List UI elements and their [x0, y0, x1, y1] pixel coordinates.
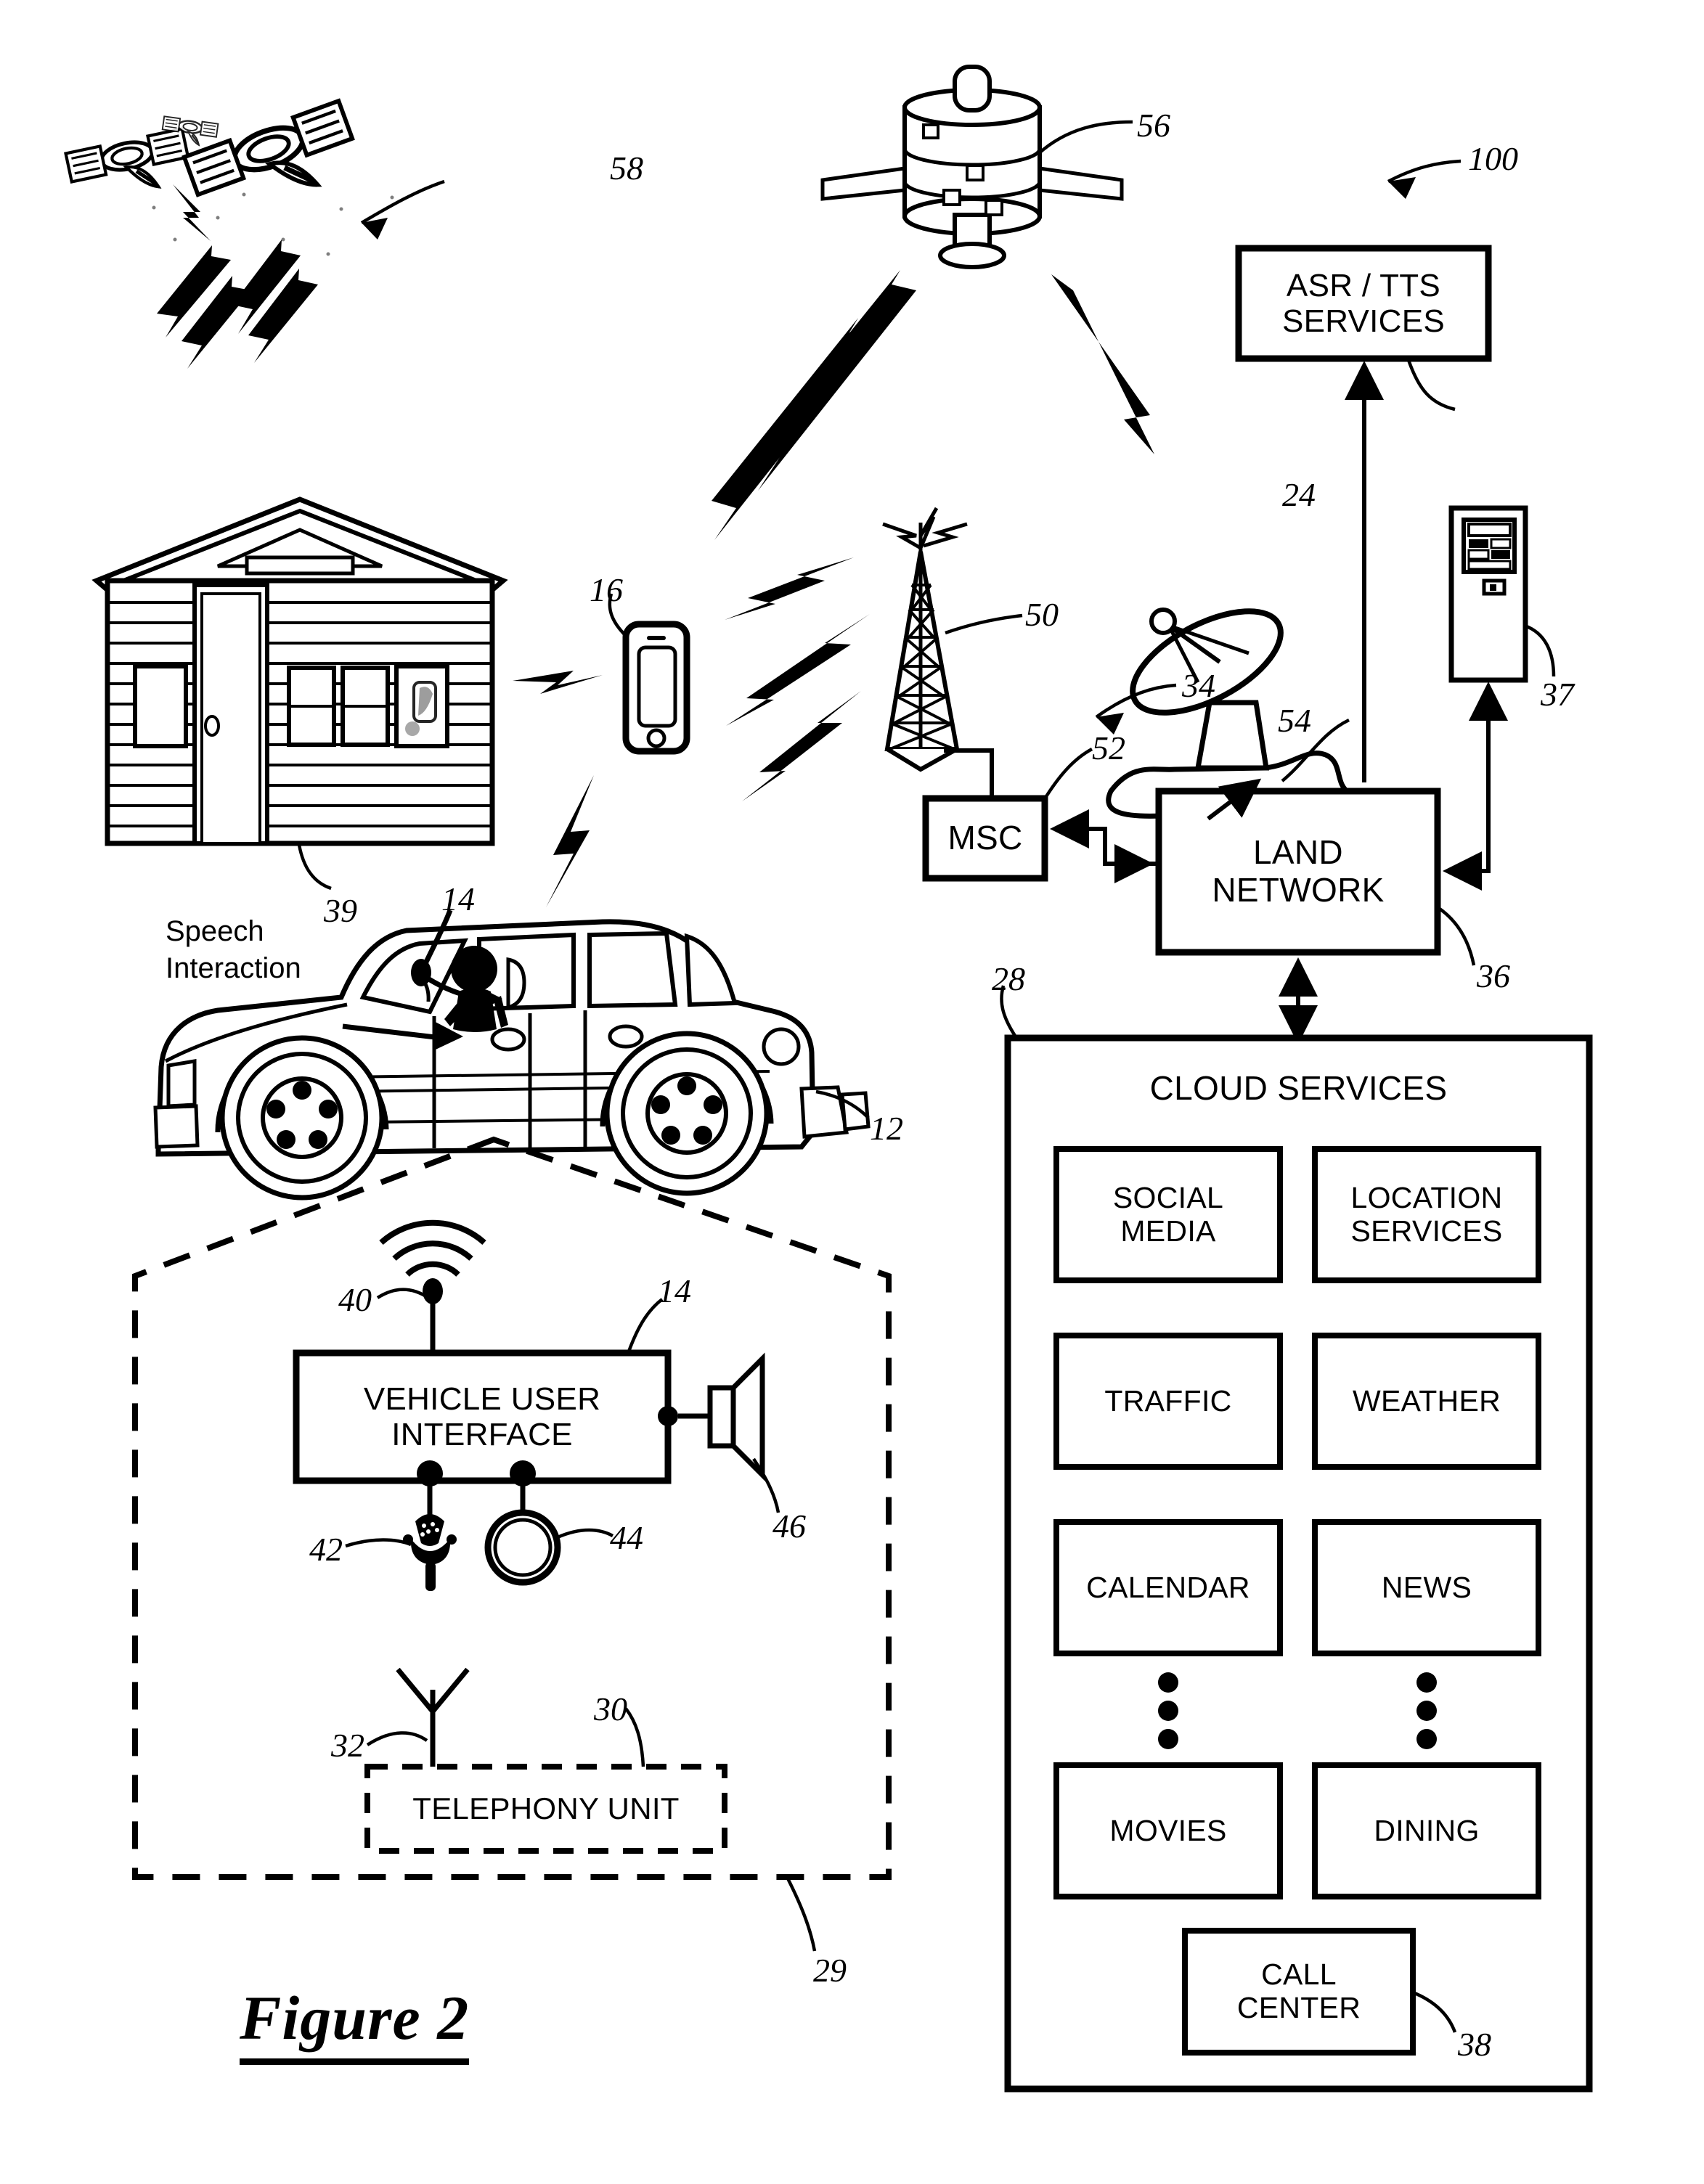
- ref-30-leader: [624, 1707, 645, 1767]
- ref-29-leader: [786, 1877, 817, 1952]
- telephony-unit-block[interactable]: [364, 1764, 727, 1854]
- ref-32-leader: [366, 1731, 428, 1746]
- communication-satellite: [820, 65, 1124, 269]
- ref-14-block-leader: [627, 1298, 664, 1352]
- ref-44-leader: [557, 1528, 614, 1539]
- ref-24-leader: [1406, 359, 1456, 412]
- speaker-icon: [658, 1352, 765, 1481]
- ref-16-leader: [608, 593, 627, 637]
- connector-computer-to-landnetwork: [1443, 688, 1491, 891]
- ref-40-leader: [376, 1288, 430, 1299]
- ref-36-leader: [1436, 906, 1476, 966]
- ref-50-leader: [945, 613, 1023, 635]
- vertical-ellipsis-icon-left: [1158, 1672, 1178, 1749]
- ground-station-dish: [1106, 608, 1358, 819]
- msc-block[interactable]: [922, 795, 1048, 882]
- wifi-antenna-icon: [379, 1219, 486, 1353]
- cell-tower: [882, 507, 968, 772]
- lightning-bolt-icon-group-satcom: [712, 270, 1154, 540]
- vehicle-user-interface-block[interactable]: [293, 1349, 672, 1484]
- computer-server: [1448, 505, 1528, 683]
- asr-tts-services-block[interactable]: [1235, 245, 1492, 362]
- lightning-bolt-icon-phone-vehicle: [546, 775, 594, 907]
- connector-landnetwork-to-msc: [1050, 809, 1159, 866]
- lightning-bolt-icon-group-gps: [157, 184, 318, 369]
- figure-drawing-canvas: [0, 65, 1593, 2093]
- connector-msc-to-landnetwork: [1103, 829, 1154, 883]
- house-icon: [91, 496, 508, 846]
- ref-39-leader: [297, 844, 332, 891]
- connector-tower-to-msc: [944, 748, 994, 798]
- ref-46-leader: [752, 1457, 780, 1513]
- ref-37-leader: [1524, 623, 1556, 677]
- vertical-ellipsis-icon-right: [1416, 1672, 1437, 1749]
- land-network-block[interactable]: [1155, 788, 1441, 956]
- call-center-block[interactable]: [1182, 1928, 1416, 2056]
- ref-28-leader: [1000, 985, 1018, 1039]
- ref-58-leader: [360, 179, 445, 240]
- ref-42-leader: [345, 1538, 412, 1548]
- gps-satellite-constellation: [66, 101, 394, 256]
- patent-figure-page: 100 58 56 24 54 37 50 52 34 36 28 38 16 …: [0, 0, 1704, 2184]
- suv-icon: [153, 919, 871, 1201]
- ref-52-leader: [1043, 748, 1093, 801]
- ref-56-leader: [1037, 120, 1133, 155]
- ref-100-leader: [1387, 159, 1462, 199]
- lightning-bolt-icon-house: [513, 671, 603, 694]
